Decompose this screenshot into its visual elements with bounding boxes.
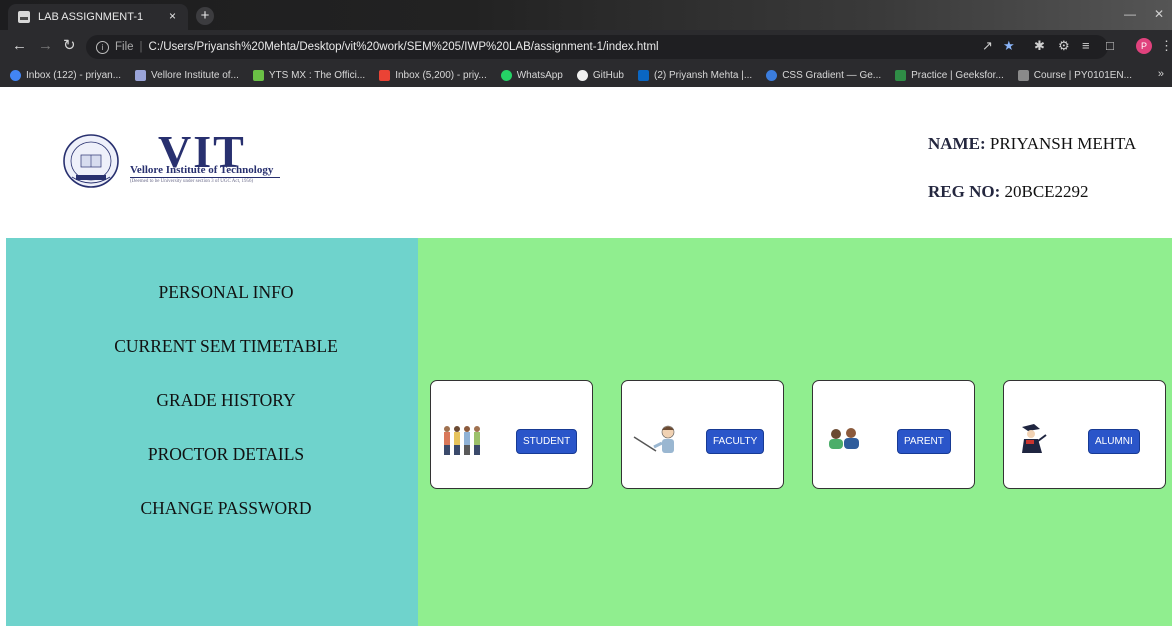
faculty-card[interactable]: FACULTY [621, 380, 784, 489]
tab-close-icon[interactable]: × [169, 9, 176, 23]
address-bar[interactable]: i File | C:/Users/Priyansh%20Mehta/Deskt… [86, 35, 1108, 59]
bookmark-item[interactable]: (2) Priyansh Mehta |... [638, 70, 752, 81]
share-icon[interactable]: ↗ [982, 39, 993, 53]
vit-seal-icon [63, 134, 119, 188]
browser-tab-bar: LAB ASSIGNMENT-1 × + — ✕ [0, 0, 1172, 30]
gmail-icon [379, 70, 391, 81]
sidebar-item-grade-history[interactable]: GRADE HISTORY [6, 390, 446, 411]
url-separator: | [139, 41, 143, 53]
bookmark-item[interactable]: Vellore Institute of... [135, 70, 239, 81]
bookmark-star-icon[interactable]: ★ [1003, 39, 1015, 53]
student-info: NAME: PRIYANSH MEHTA REG NO: 20BCE2292 [928, 131, 1136, 227]
parent-card[interactable]: PARENT [812, 380, 975, 489]
new-tab-button[interactable]: + [196, 7, 214, 25]
teacher-icon [633, 425, 675, 453]
bookmark-item[interactable]: GitHub [576, 70, 624, 81]
graduate-icon [1022, 424, 1047, 453]
vit-logo-divider [130, 177, 280, 178]
extension-icon[interactable]: ✱ [1034, 39, 1045, 53]
url-scheme: File [115, 41, 134, 53]
vit-icon [135, 70, 147, 81]
info-icon[interactable]: i [96, 40, 109, 54]
forward-arrow-icon[interactable]: → [38, 38, 53, 54]
browser-tab[interactable]: LAB ASSIGNMENT-1 × [8, 4, 188, 30]
reload-icon[interactable]: ↻ [63, 38, 76, 54]
faculty-button[interactable]: FACULTY [706, 429, 765, 454]
bookmarks-bar: Inbox (122) - priyan... Vellore Institut… [0, 64, 1172, 87]
browser-toolbar: ← → ↻ i File | C:/Users/Priyansh%20Mehta… [0, 30, 1172, 64]
back-arrow-icon[interactable]: ← [12, 38, 27, 54]
course-icon [1017, 70, 1029, 81]
parents-icon [829, 428, 859, 449]
alumni-card[interactable]: ALUMNI [1003, 380, 1166, 489]
vit-logo-name: Vellore Institute of Technology [130, 164, 274, 176]
bookmark-item[interactable]: Inbox (122) - priyan... [10, 70, 121, 81]
main-content: STUDENT FACULTY PARENT ALUMNI [418, 238, 1172, 626]
sidebar-item-proctor-details[interactable]: PROCTOR DETAILS [6, 444, 446, 465]
url-text[interactable]: C:/Users/Priyansh%20Mehta/Desktop/vit%20… [149, 41, 659, 53]
geeksforgeeks-icon [895, 70, 907, 81]
minimize-icon[interactable]: — [1124, 7, 1136, 21]
bookmark-item[interactable]: YTS MX : The Offici... [252, 70, 365, 81]
parent-button[interactable]: PARENT [897, 429, 951, 454]
css-gradient-icon [766, 70, 778, 81]
bookmark-item[interactable]: Practice | Geeksfor... [895, 70, 1004, 81]
vit-logo[interactable]: VIT Vellore Institute of Technology (Dee… [62, 127, 292, 191]
reg-no-value: 20BCE2292 [1004, 182, 1089, 201]
whatsapp-icon [500, 70, 512, 81]
reg-no-row: REG NO: 20BCE2292 [928, 179, 1136, 227]
bookmarks-overflow-icon[interactable]: » [1158, 68, 1164, 80]
bookmark-item[interactable]: WhatsApp [500, 70, 563, 81]
side-panel-icon[interactable]: □ [1106, 39, 1114, 53]
tab-title: LAB ASSIGNMENT-1 [38, 11, 144, 23]
yts-icon [252, 70, 264, 81]
window-close-icon[interactable]: ✕ [1154, 7, 1164, 21]
reg-no-label: REG NO: [928, 182, 1001, 201]
name-label: NAME: [928, 134, 986, 153]
vit-logo-subtitle: (Deemed to be University under section 3… [130, 179, 254, 184]
student-name-row: NAME: PRIYANSH MEHTA [928, 131, 1136, 179]
bookmark-item[interactable]: Inbox (5,200) - priy... [379, 70, 487, 81]
bookmark-item[interactable]: Course | PY0101EN... [1017, 70, 1132, 81]
sidebar: PERSONAL INFO CURRENT SEM TIMETABLE GRAD… [6, 238, 418, 626]
bookmark-item[interactable]: CSS Gradient — Ge... [766, 70, 881, 81]
student-button[interactable]: STUDENT [516, 429, 578, 454]
sidebar-item-current-sem-timetable[interactable]: CURRENT SEM TIMETABLE [6, 336, 446, 357]
reading-list-icon[interactable]: ≡ [1082, 39, 1090, 53]
menu-dots-icon[interactable]: ⋮ [1160, 39, 1172, 53]
linkedin-icon [638, 70, 649, 81]
name-value: PRIYANSH MEHTA [989, 134, 1137, 153]
sidebar-item-change-password[interactable]: CHANGE PASSWORD [6, 498, 446, 519]
page-favicon-icon [18, 11, 30, 23]
github-icon [576, 70, 588, 81]
google-icon [10, 70, 21, 81]
puzzle-icon[interactable]: ⚙ [1058, 39, 1070, 53]
alumni-button[interactable]: ALUMNI [1088, 429, 1140, 454]
page-header: VIT Vellore Institute of Technology (Dee… [0, 87, 1172, 238]
profile-avatar[interactable]: P [1136, 38, 1152, 54]
sidebar-item-personal-info[interactable]: PERSONAL INFO [6, 282, 446, 303]
students-icon [444, 426, 480, 455]
student-card[interactable]: STUDENT [430, 380, 593, 489]
